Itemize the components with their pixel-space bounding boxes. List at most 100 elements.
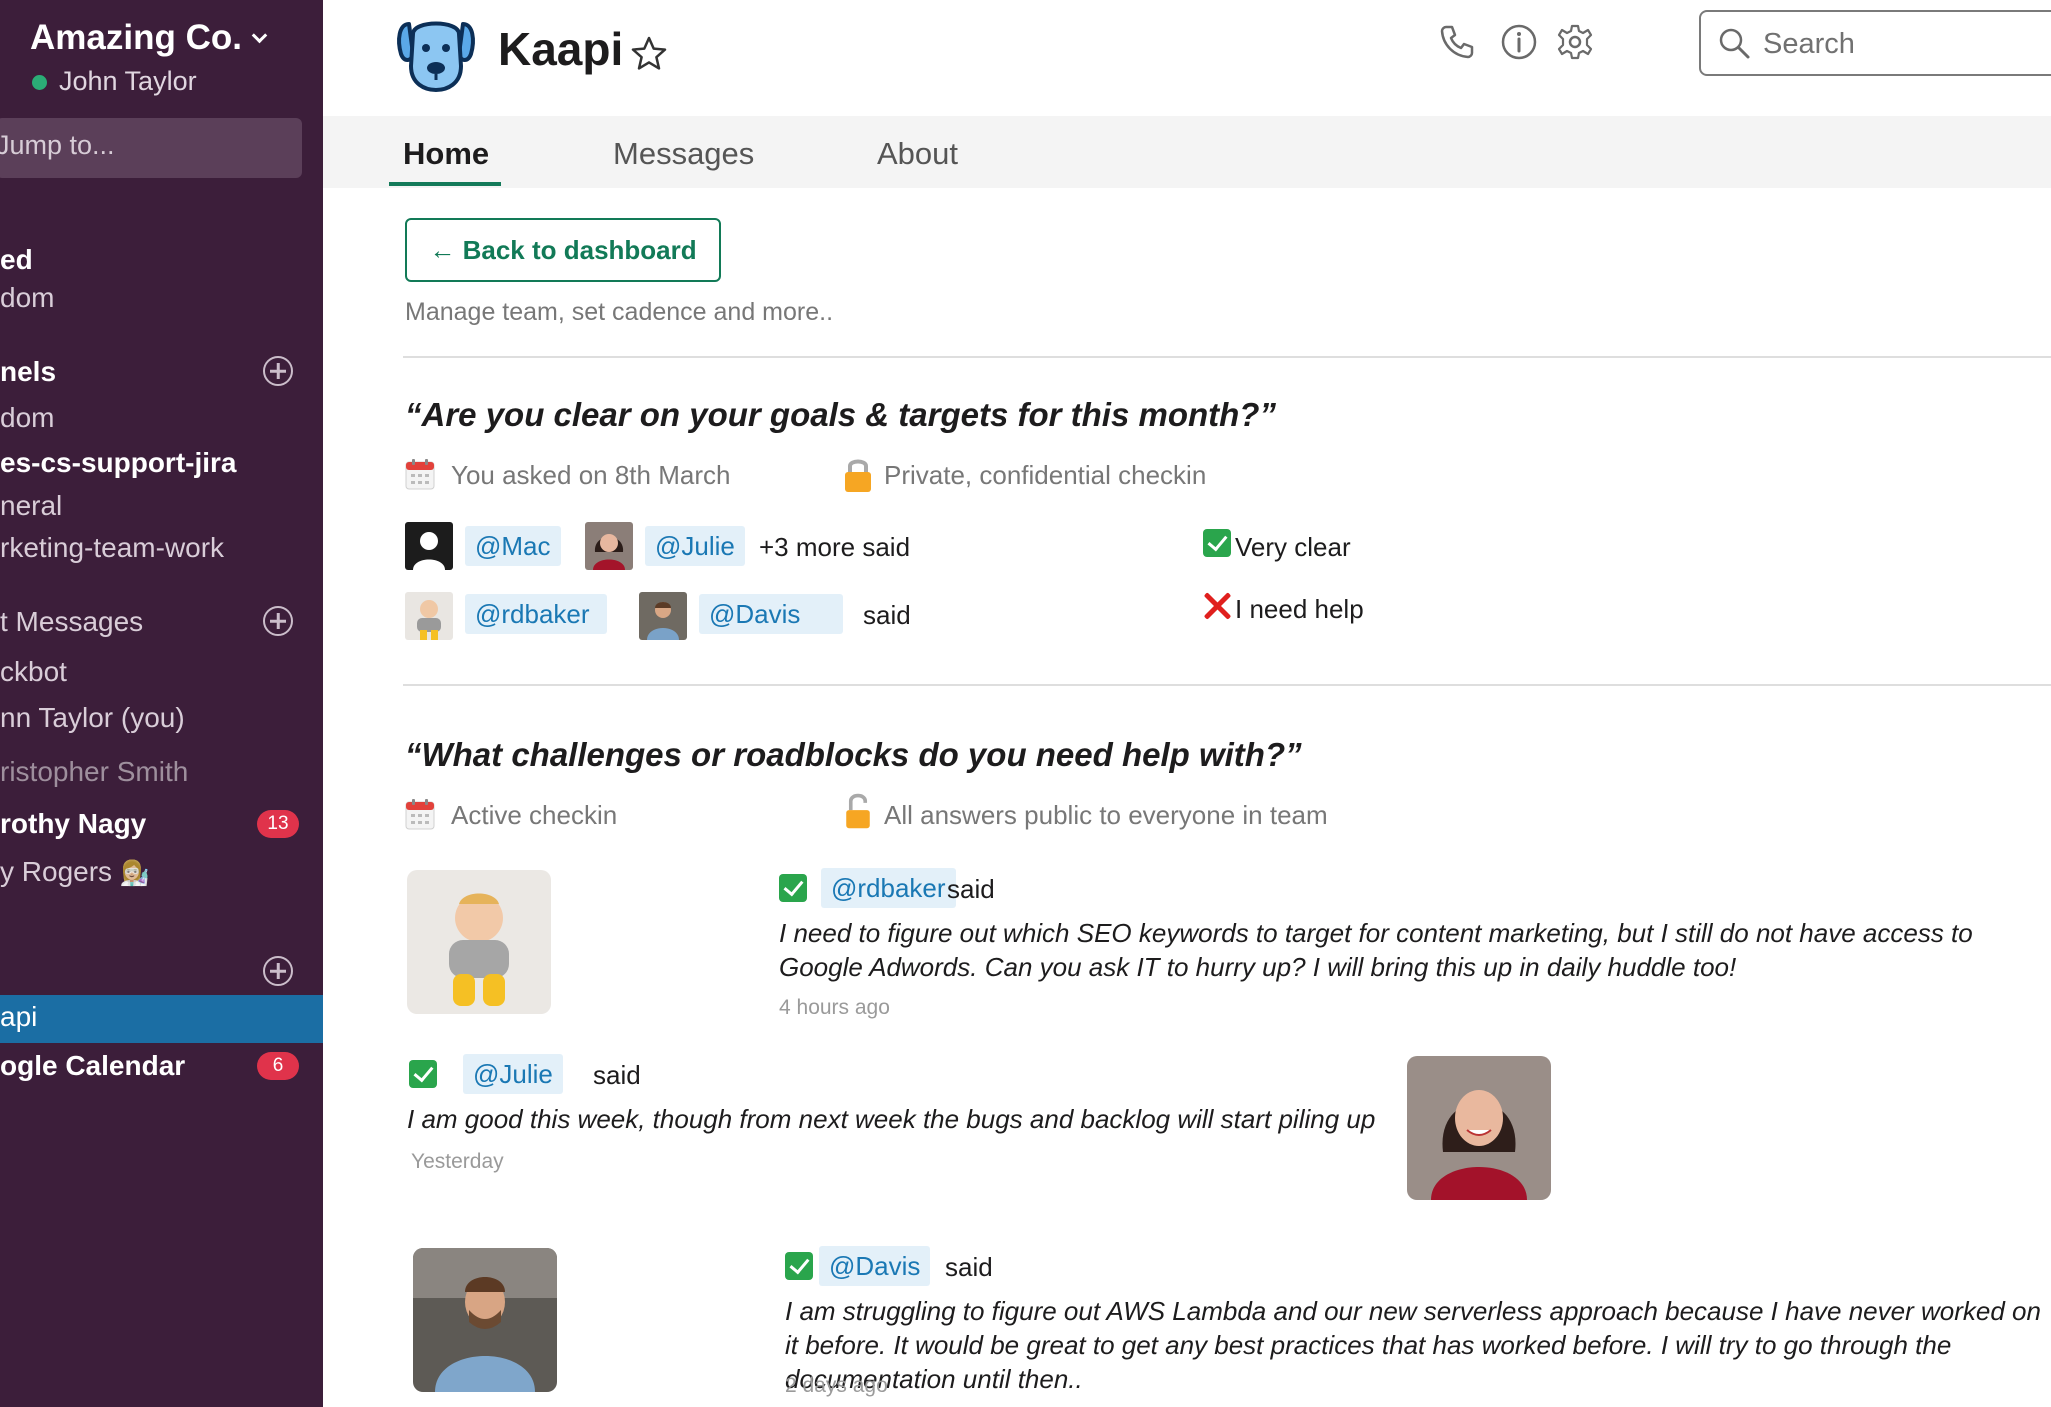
calendar-icon [405, 459, 435, 490]
lock-icon [845, 459, 871, 492]
sidebar-item-label: ckbot [0, 656, 67, 687]
search-placeholder: Search [1763, 28, 1855, 60]
section-heading: nels [0, 356, 57, 387]
mention-rdbaker[interactable]: @rdbaker [821, 868, 956, 908]
answer-text: I need to figure out which SEO keywords … [779, 918, 1973, 982]
sidebar-item-app[interactable]: ogle Calendar 6 [0, 1044, 323, 1090]
sidebar-item-label: nn Taylor (you) [0, 702, 185, 733]
unlock-icon [846, 793, 870, 829]
checkin-question: “What challenges or roadblocks do you ne… [405, 736, 1302, 773]
sidebar-section-apps[interactable] [0, 950, 323, 996]
sidebar-item-label: dom [0, 282, 55, 313]
manage-hint: Manage team, set cadence and more.. [405, 298, 834, 326]
said-label: said [945, 1252, 993, 1282]
active-tab-indicator [389, 182, 501, 186]
sidebar-item-label: neral [0, 490, 63, 521]
sidebar-item-channel[interactable]: neral [0, 484, 323, 530]
user-avatar-davis[interactable] [639, 592, 687, 640]
answer-text: I am good this week, though from next we… [407, 1104, 1376, 1134]
scientist-emoji-icon: 👩🏼‍🔬 [119, 860, 150, 887]
sidebar-item-dm[interactable]: nn Taylor (you) [0, 696, 323, 742]
section-heading: ed [0, 244, 33, 275]
answer-option-need-help: I need help [1235, 594, 1364, 624]
workspace-name: Amazing Co. [30, 18, 242, 57]
search-icon [1719, 28, 1750, 59]
mention-davis[interactable]: @Davis [819, 1246, 931, 1286]
kaapi-dog-logo-icon [397, 21, 475, 92]
sidebar-item-dm[interactable]: ristopher Smith [0, 750, 323, 796]
sidebar-section-channels[interactable]: nels [0, 350, 323, 396]
checkmark-icon [779, 874, 807, 902]
sidebar-item-channel[interactable]: rketing-team-work [0, 526, 323, 572]
divider [403, 684, 2051, 686]
current-user[interactable]: John Taylor [32, 66, 197, 97]
current-user-name: John Taylor [59, 66, 197, 96]
sidebar-item-label: dom [0, 402, 55, 433]
mention-mac[interactable]: @Mac [465, 526, 561, 566]
tab-messages[interactable]: Messages [613, 136, 754, 172]
mention-julie[interactable]: @Julie [463, 1054, 563, 1094]
privacy-label: All answers public to everyone in team [884, 800, 1328, 830]
gear-icon[interactable] [1555, 22, 1595, 62]
user-photo-davis[interactable] [413, 1248, 557, 1392]
unread-badge: 6 [257, 1052, 299, 1080]
mention-rdbaker[interactable]: @rdbaker [465, 594, 607, 634]
checkin-question: “Are you clear on your goals & targets f… [405, 396, 1276, 433]
home-content: ← Back to dashboard Manage team, set cad… [323, 188, 2051, 1407]
checkmark-icon [409, 1060, 437, 1088]
checkmark-icon [785, 1252, 813, 1280]
section-heading: t Messages [0, 606, 144, 637]
sidebar-item-label: es-cs-support-jira [0, 447, 237, 478]
mention-davis[interactable]: @Davis [699, 594, 843, 634]
tab-home[interactable]: Home [403, 136, 489, 172]
sidebar-item-label: ristopher Smith [0, 756, 189, 787]
info-icon[interactable] [1499, 22, 1539, 62]
search-input[interactable]: Search [1699, 10, 2051, 76]
sidebar-item-label: rketing-team-work [0, 532, 225, 563]
sidebar-section-direct-messages[interactable]: t Messages [0, 600, 323, 646]
sidebar-item-label: y Rogers 👩🏼‍🔬 [0, 856, 150, 888]
timestamp: 4 hours ago [779, 996, 890, 1019]
asked-date: You asked on 8th March [451, 460, 731, 490]
tab-bar: Home Messages About [323, 116, 2051, 188]
app-header: Kaapi Search [323, 0, 2051, 116]
answer-text: I am struggling to figure out AWS Lambda… [785, 1296, 2041, 1394]
cross-mark-icon [1203, 592, 1231, 620]
sidebar-item-channel[interactable]: dom [0, 396, 323, 442]
user-photo-julie[interactable] [1407, 1056, 1551, 1200]
sidebar-item-dm[interactable]: rothy Nagy 13 [0, 802, 323, 848]
tab-about[interactable]: About [877, 136, 958, 172]
back-to-dashboard-button[interactable]: ← Back to dashboard [405, 218, 721, 282]
sidebar-item-starred-1[interactable]: dom [0, 276, 323, 322]
sidebar-item-app-active[interactable]: api [0, 995, 323, 1043]
user-avatar-rdbaker[interactable] [405, 592, 453, 640]
mention-julie[interactable]: @Julie [645, 526, 745, 566]
user-avatar-mac[interactable] [405, 522, 453, 570]
workspace-switcher[interactable]: Amazing Co. [30, 18, 268, 58]
said-label: said [947, 874, 995, 904]
timestamp: Yesterday [411, 1150, 504, 1173]
sidebar-item-label: api [0, 1001, 38, 1032]
checkmark-icon [1203, 529, 1231, 557]
add-dm-icon[interactable] [263, 606, 293, 636]
jump-to-input[interactable]: Jump to... [0, 118, 302, 178]
said-label: said [863, 600, 911, 630]
phone-icon[interactable] [1437, 22, 1477, 62]
unread-badge: 13 [257, 810, 299, 838]
sidebar-item-channel[interactable]: es-cs-support-jira [0, 441, 323, 487]
sidebar-item-label: rothy Nagy [0, 808, 147, 839]
user-photo-rdbaker[interactable] [407, 870, 551, 1014]
sidebar-item-dm[interactable]: ckbot [0, 650, 323, 696]
user-avatar-julie[interactable] [585, 522, 633, 570]
sidebar-item-label: ogle Calendar [0, 1050, 186, 1081]
add-channel-icon[interactable] [263, 356, 293, 386]
said-label: said [593, 1060, 641, 1090]
star-icon[interactable] [629, 34, 669, 74]
timestamp: 2 days ago [785, 1374, 888, 1397]
calendar-icon [405, 799, 435, 830]
checkin-status: Active checkin [451, 800, 618, 830]
add-app-icon[interactable] [263, 956, 293, 986]
divider [403, 356, 2051, 358]
answer-option-very-clear: Very clear [1235, 532, 1351, 562]
sidebar-item-dm[interactable]: y Rogers 👩🏼‍🔬 [0, 850, 323, 896]
